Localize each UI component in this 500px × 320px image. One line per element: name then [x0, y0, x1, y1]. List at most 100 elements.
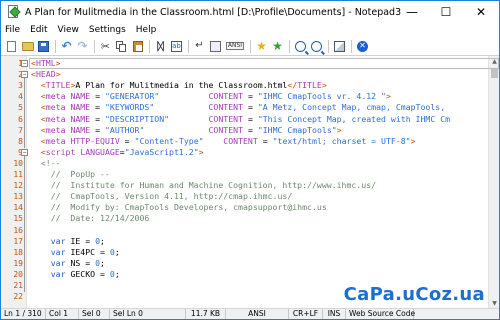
toolbar: ↶ ↷ ✂ ᛞ ab ↵ ANSI ★ ★ ✕ — [1, 37, 499, 55]
menu-edit[interactable]: Edit — [25, 25, 52, 35]
code-line[interactable]: 3 <TITLE>A Plan for Mulitmedia in the Cl… — [1, 80, 499, 91]
code-line[interactable]: 13 // CmapTools, Version 4.11, http://cm… — [1, 191, 499, 202]
code-token: "AUTHOR" — [104, 124, 145, 135]
undo-button[interactable]: ↶ — [59, 39, 74, 54]
line-number: 20 — [13, 269, 23, 279]
code-line[interactable]: 15 // Date: 12/14/2006 — [1, 213, 499, 224]
menu-view[interactable]: View — [53, 25, 84, 35]
status-encoding[interactable]: ANSI — [226, 309, 289, 319]
fold-toggle-icon[interactable]: − — [21, 71, 28, 79]
redo-button[interactable]: ↷ — [75, 39, 90, 54]
title-bar[interactable]: A Plan for Mulitmedia in the Classroom.h… — [1, 1, 499, 23]
code-token: = — [257, 135, 273, 146]
paste-button[interactable] — [130, 39, 145, 54]
code-token: meta — [45, 113, 71, 124]
code-line[interactable]: 16 — [1, 225, 499, 236]
status-selected-lines: Sel Ln 0 — [110, 309, 186, 319]
code-line[interactable]: 20 var GECKO = 0; — [1, 269, 499, 280]
menu-settings[interactable]: Settings — [84, 25, 131, 35]
replace-button[interactable]: ab — [169, 39, 184, 54]
status-column[interactable]: Col 1 — [46, 309, 79, 319]
code-token: > — [198, 146, 204, 157]
code-line[interactable]: 19 var NS = 0; — [1, 258, 499, 269]
zoom-out-button[interactable] — [309, 39, 324, 54]
editor-area[interactable]: ▲ ▼ 1−<HTML>2−<HEAD>3 <TITLE>A Plan for … — [1, 55, 499, 308]
code-token: CONTENT — [208, 91, 244, 102]
code-line[interactable]: 12 // Institute for Human and Machine Co… — [1, 180, 499, 191]
status-line[interactable]: Ln 1 / 310 — [1, 309, 46, 319]
line-number: 4 — [18, 92, 23, 102]
code-line[interactable]: 1−<HTML> — [1, 58, 499, 70]
code-token: script — [45, 146, 81, 157]
toolbar-separator — [188, 39, 189, 53]
new-document-button[interactable] — [4, 39, 19, 54]
line-number: 3 — [18, 81, 23, 91]
code-token: = — [90, 124, 105, 135]
code-line[interactable]: 18 var IE4PC = 0; — [1, 247, 499, 258]
scheme-button[interactable] — [332, 39, 347, 54]
code-line[interactable]: 11 // PopUp -- — [1, 169, 499, 180]
code-line[interactable]: 9− <script LANGUAGE="JavaScript1.2"> — [1, 147, 499, 158]
code-token: meta — [45, 135, 71, 146]
word-wrap-icon: ↵ — [195, 40, 204, 51]
code-line[interactable]: 4 <meta NAME = "GENERATOR" CONTENT = "IH… — [1, 91, 499, 102]
close-button[interactable]: ✕ — [463, 1, 499, 23]
toolbar-separator — [55, 39, 56, 53]
cut-button[interactable]: ✂ — [98, 39, 113, 54]
status-scheme[interactable]: Web Source Code — [346, 309, 415, 319]
menu-help[interactable]: Help — [131, 25, 162, 35]
code-token: > — [410, 135, 416, 146]
fold-toggle-icon[interactable]: − — [21, 148, 28, 156]
status-eol[interactable]: CR+LF — [289, 309, 323, 319]
encoding-button[interactable]: ANSI — [224, 39, 246, 54]
find-button[interactable]: ᛞ — [153, 39, 168, 54]
code-line[interactable]: 2−<HEAD> — [1, 69, 499, 80]
zoom-in-icon — [295, 40, 306, 52]
favorites-button[interactable]: ★ — [270, 39, 285, 54]
window-title: A Plan for Mulitmedia in the Classroom.h… — [25, 6, 402, 18]
code-line[interactable]: 6 <meta NAME = "DESCRIPTION" CONTENT = "… — [1, 114, 499, 125]
code-token: = — [243, 113, 258, 124]
maximize-button[interactable]: ☐ — [429, 1, 463, 23]
code-line[interactable]: 5 <meta NAME = "KEYWORDS" CONTENT = "A M… — [1, 102, 499, 113]
status-insert-mode[interactable]: INS — [323, 309, 346, 319]
code-token: var — [50, 235, 66, 246]
fold-toggle-icon[interactable]: − — [21, 60, 28, 67]
code-line[interactable]: 17 var IE = 0; — [1, 236, 499, 247]
open-button[interactable] — [20, 39, 35, 54]
menu-file[interactable]: File — [1, 25, 25, 35]
resize-grip[interactable] — [414, 309, 499, 319]
code-line[interactable]: 8 <meta HTTP-EQUIV = "Content-Type" CONT… — [1, 136, 499, 147]
code-line[interactable]: 14 // Modify by: CmapTools Developers, c… — [1, 202, 499, 213]
copy-button[interactable] — [114, 39, 129, 54]
code-token: "This Concept Map, created with IHMC Cm — [257, 113, 451, 124]
minimize-button[interactable]: — — [395, 1, 429, 23]
toolbar-separator — [250, 39, 251, 53]
word-wrap-button[interactable]: ↵ — [192, 39, 207, 54]
line-number: 17 — [13, 236, 23, 246]
fold-guide — [24, 78, 25, 148]
close-file-button[interactable]: ✕ — [355, 39, 370, 54]
folder-icon — [21, 41, 34, 51]
code-token: HTTP-EQUIV — [70, 135, 120, 146]
code-line[interactable]: 10 <!-- — [1, 158, 499, 169]
add-favorite-button[interactable]: ★ — [254, 39, 269, 54]
code-token: = — [90, 91, 105, 102]
notepad3-app-icon[interactable] — [6, 5, 21, 19]
show-whitespace-button[interactable] — [208, 39, 223, 54]
save-button[interactable] — [36, 39, 51, 54]
scissors-icon: ✂ — [100, 39, 111, 53]
code-text: <meta NAME = "AUTHOR" CONTENT = "IHMC Cm… — [31, 125, 342, 136]
code-line[interactable]: 7 <meta NAME = "AUTHOR" CONTENT = "IHMC … — [1, 125, 499, 136]
code-token: "JavaScript1.2" — [124, 146, 199, 157]
code-token: meta — [45, 102, 71, 113]
zoom-in-button[interactable] — [293, 39, 308, 54]
code-text: <TITLE>A Plan for Mulitmedia in the Clas… — [31, 80, 327, 91]
